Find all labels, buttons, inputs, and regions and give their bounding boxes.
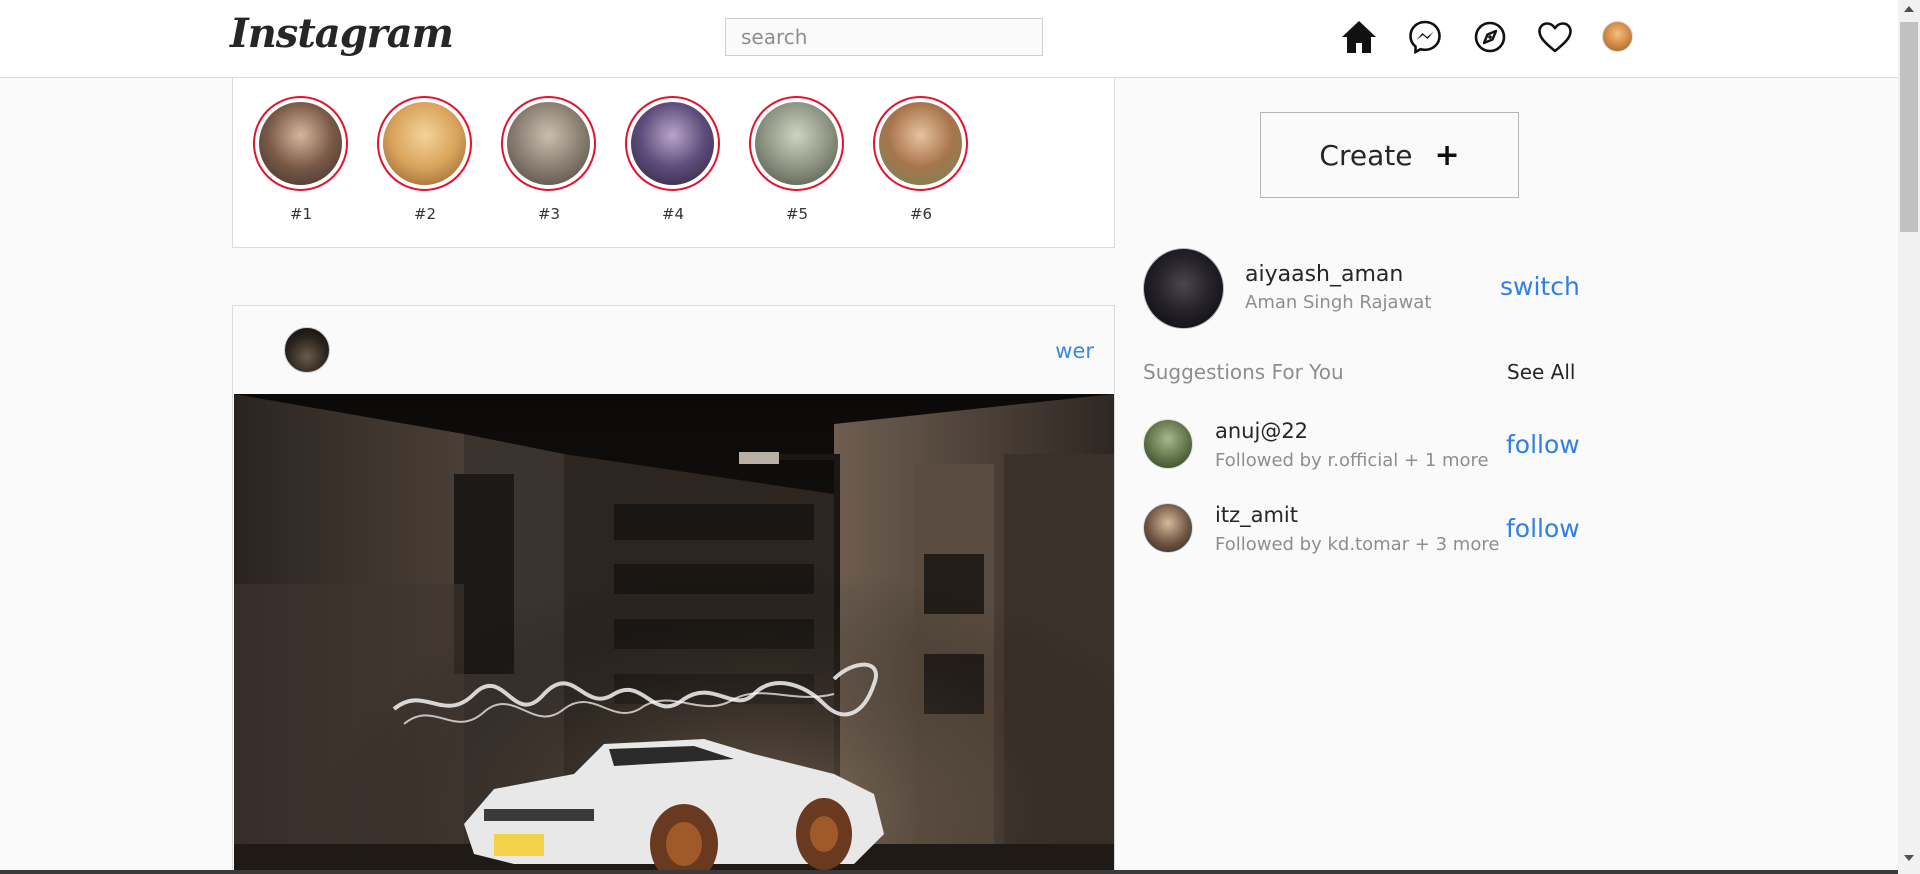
story-ring <box>501 96 596 191</box>
story-item[interactable]: #5 <box>749 96 845 223</box>
story-item[interactable]: #1 <box>253 96 349 223</box>
scroll-thumb[interactable] <box>1900 22 1918 232</box>
create-button-label: Create <box>1319 138 1413 172</box>
suggestion-meta: Followed by r.official + 1 more <box>1215 450 1489 471</box>
top-navbar: Instagram <box>0 0 1898 78</box>
home-icon[interactable] <box>1339 17 1379 57</box>
story-avatar <box>631 102 714 185</box>
heart-icon[interactable] <box>1535 17 1575 57</box>
story-label: #2 <box>413 205 437 223</box>
story-avatar <box>755 102 838 185</box>
story-ring <box>253 96 348 191</box>
story-label: #1 <box>289 205 313 223</box>
scroll-down-arrow-icon[interactable] <box>1904 855 1914 861</box>
suggestions-heading: Suggestions For You <box>1143 360 1344 384</box>
story-ring <box>749 96 844 191</box>
story-ring <box>377 96 472 191</box>
profile-avatar-nav[interactable] <box>1602 21 1633 52</box>
current-username[interactable]: aiyaash_aman <box>1245 262 1403 287</box>
current-user-fullname: Aman Singh Rajawat <box>1245 292 1432 313</box>
suggestion-username[interactable]: itz_amit <box>1215 503 1298 527</box>
story-ring <box>873 96 968 191</box>
story-label: #4 <box>661 205 685 223</box>
scroll-up-arrow-icon[interactable] <box>1904 6 1914 12</box>
bottom-edge-bar <box>0 870 1898 874</box>
story-item[interactable]: #4 <box>625 96 721 223</box>
create-button[interactable]: Create + <box>1260 112 1519 198</box>
follow-button[interactable]: follow <box>1506 430 1580 459</box>
post-header: wer <box>233 306 1114 394</box>
search-input[interactable] <box>725 18 1043 56</box>
feed-post: wer <box>232 305 1115 874</box>
suggestion-avatar[interactable] <box>1143 503 1193 553</box>
story-avatar <box>507 102 590 185</box>
story-item[interactable]: #6 <box>873 96 969 223</box>
story-avatar <box>383 102 466 185</box>
story-label: #3 <box>537 205 561 223</box>
story-label: #5 <box>785 205 809 223</box>
suggestion-avatar[interactable] <box>1143 419 1193 469</box>
post-photo-car-night <box>234 394 1114 874</box>
stories-bar: #1 #2 #3 #4 #5 #6 <box>232 78 1115 248</box>
current-user-avatar[interactable] <box>1143 248 1224 329</box>
suggestion-meta: Followed by kd.tomar + 3 more <box>1215 534 1500 555</box>
post-image <box>234 394 1114 874</box>
plus-icon: + <box>1434 137 1460 173</box>
follow-button[interactable]: follow <box>1506 514 1580 543</box>
story-avatar <box>879 102 962 185</box>
story-item[interactable]: #3 <box>501 96 597 223</box>
messenger-icon[interactable] <box>1405 17 1445 57</box>
vertical-scrollbar[interactable] <box>1898 0 1920 874</box>
instagram-logo[interactable]: Instagram <box>230 10 454 57</box>
story-ring <box>625 96 720 191</box>
story-item[interactable]: #2 <box>377 96 473 223</box>
explore-icon[interactable] <box>1470 17 1510 57</box>
story-label: #6 <box>909 205 933 223</box>
suggestion-username[interactable]: anuj@22 <box>1215 419 1308 443</box>
story-avatar <box>259 102 342 185</box>
see-all-link[interactable]: See All <box>1507 360 1575 384</box>
switch-account-link[interactable]: switch <box>1500 272 1580 301</box>
post-action-link[interactable]: wer <box>1055 339 1094 363</box>
post-author-avatar[interactable] <box>284 327 330 373</box>
